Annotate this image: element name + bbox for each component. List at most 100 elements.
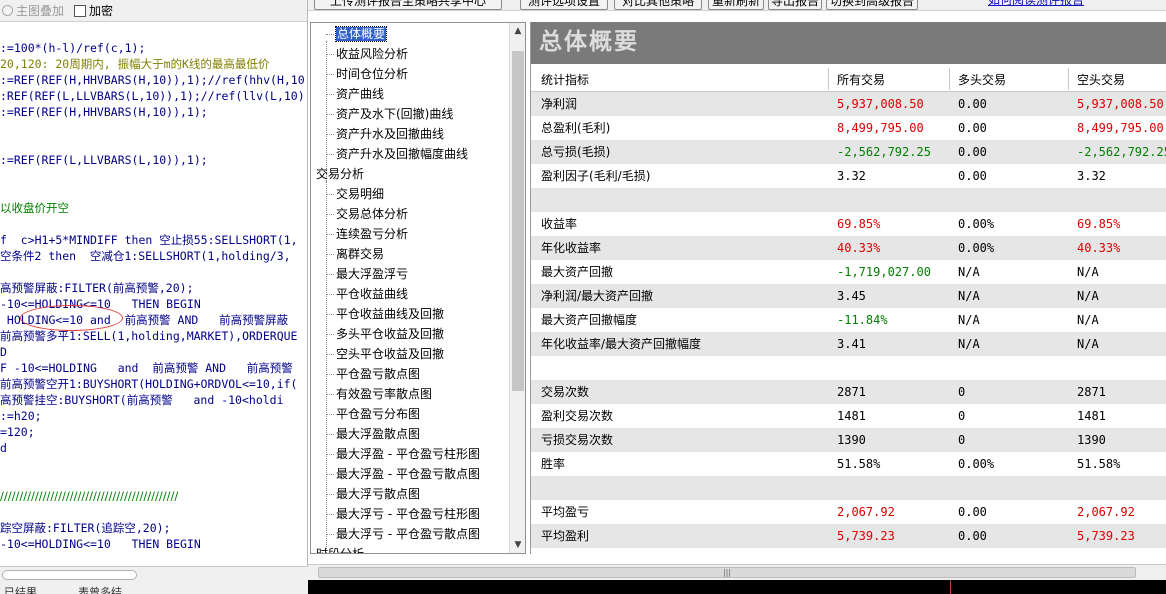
tree-group-node[interactable]: 交易分析 — [316, 165, 364, 183]
metric-value-short: 8,499,795.00 — [1077, 121, 1164, 135]
toolbar-button[interactable]: 测评选项设置 — [520, 0, 608, 10]
code-line[interactable]: 以收盘价开空 — [0, 200, 69, 216]
tree-group-node[interactable]: 时段分析 — [316, 545, 364, 553]
column-divider[interactable] — [1068, 68, 1069, 90]
tree-item-label: 最大浮亏 - 平仓盈亏柱形图 — [336, 507, 480, 521]
tree-scrollbar[interactable]: ▲ ▼ — [509, 23, 525, 553]
metric-value-short: 2871 — [1077, 385, 1106, 399]
tree-item[interactable]: 最大浮盈浮亏 — [325, 265, 408, 283]
column-divider[interactable] — [828, 68, 829, 90]
bottom-tab[interactable]: 已结果 — [4, 584, 37, 594]
metric-value-short: 1390 — [1077, 433, 1106, 447]
column-divider[interactable] — [949, 68, 950, 90]
code-line[interactable]: 前高预警空开1:BUYSHORT(HOLDING+ORDVOL<=10,if( — [0, 376, 297, 392]
tree-item-label: 时间仓位分析 — [336, 67, 409, 81]
tree-scroll-thumb[interactable] — [512, 51, 524, 391]
scroll-down-icon[interactable]: ▼ — [510, 537, 525, 553]
code-line[interactable]: :REF(REF(L,LLVBARS(L,10)),1);//ref(llv(L… — [0, 88, 305, 104]
code-line[interactable]: d — [0, 440, 7, 456]
tree-item[interactable]: 交易总体分析 — [325, 205, 408, 223]
tree-item[interactable]: 最大浮亏 - 平仓盈亏散点图 — [326, 525, 480, 543]
scroll-up-icon[interactable]: ▲ — [510, 23, 525, 39]
tree-item[interactable]: 资产曲线 — [325, 85, 384, 103]
tree-item[interactable]: 最大浮盈散点图 — [325, 425, 420, 443]
code-line[interactable]: -10<=HOLDING<=10 THEN BEGIN — [0, 536, 201, 552]
code-line[interactable]: =120; — [0, 424, 35, 440]
how-to-read-report-link[interactable]: 如何阅读测评报告 — [988, 0, 1084, 10]
metric-value-all: 40.33% — [837, 241, 881, 255]
code-line[interactable]: 空条件2 then 空减仓1:SELLSHORT(1,holding/3, — [0, 248, 291, 264]
tree-item[interactable]: 平仓盈亏分布图 — [325, 405, 420, 423]
tree-item[interactable]: 交易明细 — [325, 185, 384, 203]
tree-item[interactable]: 离群交易 — [325, 245, 385, 263]
metric-value-short: 5,937,008.50 — [1077, 97, 1164, 111]
metric-value-all: -1,719,027.00 — [837, 265, 931, 279]
tree-guide-line — [326, 181, 327, 553]
tree-item[interactable]: 总体概要 — [325, 25, 388, 43]
column-header[interactable]: 所有交易 — [837, 68, 885, 92]
code-line[interactable]: 高预警屏蔽:FILTER(前高预警,20); — [0, 280, 194, 296]
tree-item[interactable]: 多头平仓收益及回撤 — [325, 325, 444, 343]
table-row: 最大资产回撤幅度 -11.84% N/A N/A — [531, 308, 1166, 332]
metric-label: 收益率 — [541, 217, 578, 231]
report-horizontal-scrollbar[interactable]: ||| — [308, 564, 1166, 580]
toolbar-button[interactable]: 重新刷新 — [708, 0, 764, 10]
code-line[interactable]: F -10<=HOLDING and 前高预警 AND 前高预警 — [0, 360, 293, 376]
code-line[interactable]: 踪空屏蔽:FILTER(追踪空,20); — [0, 520, 171, 536]
table-row: 净利润 5,937,008.50 0.00 5,937,008.50 — [531, 92, 1166, 116]
report-hscroll-thumb[interactable]: ||| — [318, 567, 1136, 578]
chart-marker-line — [950, 580, 951, 594]
code-line[interactable]: 前高预警多平1:SELL(1,holding,MARKET),ORDERQUE — [0, 328, 297, 344]
code-line[interactable]: :=h20; — [0, 408, 42, 424]
code-line[interactable]: f c>H1+5*MINDIFF then 空止损55:SELLSHORT(1, — [0, 232, 298, 248]
main-overlay-radio[interactable] — [2, 5, 13, 16]
tree-item[interactable]: 资产升水及回撤曲线 — [325, 125, 444, 143]
code-line[interactable]: :=REF(REF(H,HHVBARS(H,10)),1);//ref(hhv(… — [0, 72, 305, 88]
tree-item[interactable]: 收益风险分析 — [325, 45, 408, 63]
tree-item[interactable]: 连续盈亏分析 — [325, 225, 408, 243]
tree-item[interactable]: 时间仓位分析 — [325, 65, 409, 83]
formula-editor[interactable]: 主图叠加 加密 :=100*(h-l)/ref(c,1); 20,120: 20周… — [0, 0, 308, 566]
metric-label: 净利润/最大资产回撤 — [541, 289, 654, 303]
toolbar-button[interactable]: 切换到高级报告 — [826, 0, 918, 10]
code-line[interactable]: 高预警挂空:BUYSHORT(前高预警 and -10<holdi — [0, 392, 284, 408]
column-header[interactable]: 多头交易 — [958, 68, 1006, 92]
encrypt-checkbox[interactable] — [74, 4, 87, 17]
main-overlay-option[interactable]: 主图叠加 — [2, 2, 64, 19]
tree-item[interactable]: 最大浮亏 - 平仓盈亏柱形图 — [326, 505, 480, 523]
code-line[interactable]: :=100*(h-l)/ref(c,1); — [0, 40, 145, 56]
red-circle-annotation — [20, 305, 123, 331]
code-line[interactable]: :=REF(REF(L,LLVBARS(L,10)),1); — [0, 152, 208, 168]
tree-item[interactable]: 最大浮盈 - 平仓盈亏柱形图 — [326, 445, 480, 463]
table-row: 收益率 69.85% 0.00% 69.85% — [531, 212, 1166, 236]
bottom-tab[interactable]: 表曾多结 — [78, 584, 122, 594]
editor-hscroll-thumb[interactable] — [2, 570, 137, 580]
column-header[interactable]: 空头交易 — [1077, 68, 1125, 92]
report-tree[interactable]: 总体概要收益风险分析时间仓位分析资产曲线资产及水下(回撤)曲线 资产升水及回撤曲线… — [310, 22, 526, 554]
tree-item-label: 离群交易 — [336, 247, 385, 261]
code-line[interactable]: :=REF(REF(H,HHVBARS(H,10)),1); — [0, 104, 208, 120]
table-row: 盈利交易次数 1481 0 1481 — [531, 404, 1166, 428]
code-line[interactable]: ////////////////////////////////////////… — [0, 488, 178, 504]
tree-item-label: 平仓收益曲线及回撤 — [336, 307, 445, 321]
metric-value-long: N/A — [958, 337, 980, 351]
toolbar-button[interactable]: 对比其他策略 — [614, 0, 702, 10]
tree-item[interactable]: 平仓收益曲线及回撤 — [325, 305, 445, 323]
editor-horizontal-scrollbar[interactable] — [0, 566, 308, 582]
metric-value-long: 0 — [958, 409, 966, 423]
tree-item[interactable]: 资产升水及回撤幅度曲线 — [325, 145, 468, 163]
toolbar-button[interactable]: 上传测评报告至策略共享中心 — [314, 0, 502, 10]
code-line[interactable]: 20,120: 20周期内, 振幅大于m的K线的最高最低价 — [0, 56, 269, 72]
tree-item[interactable]: 平仓收益曲线 — [325, 285, 408, 303]
tree-item[interactable]: 最大浮亏散点图 — [325, 485, 420, 503]
toolbar-button[interactable]: 导出报告 — [768, 0, 822, 10]
tree-item[interactable]: 资产及水下(回撤)曲线 — [325, 105, 453, 123]
code-line[interactable]: D — [0, 344, 7, 360]
encrypt-label: 加密 — [89, 4, 114, 18]
tree-item[interactable]: 有效盈亏率散点图 — [325, 385, 432, 403]
tree-item[interactable]: 平仓盈亏散点图 — [325, 365, 420, 383]
encrypt-option[interactable]: 加密 — [74, 2, 113, 19]
tree-item[interactable]: 空头平仓收益及回撤 — [325, 345, 444, 363]
column-header[interactable]: 统计指标 — [541, 68, 589, 92]
tree-item[interactable]: 最大浮盈 - 平仓盈亏散点图 — [326, 465, 480, 483]
